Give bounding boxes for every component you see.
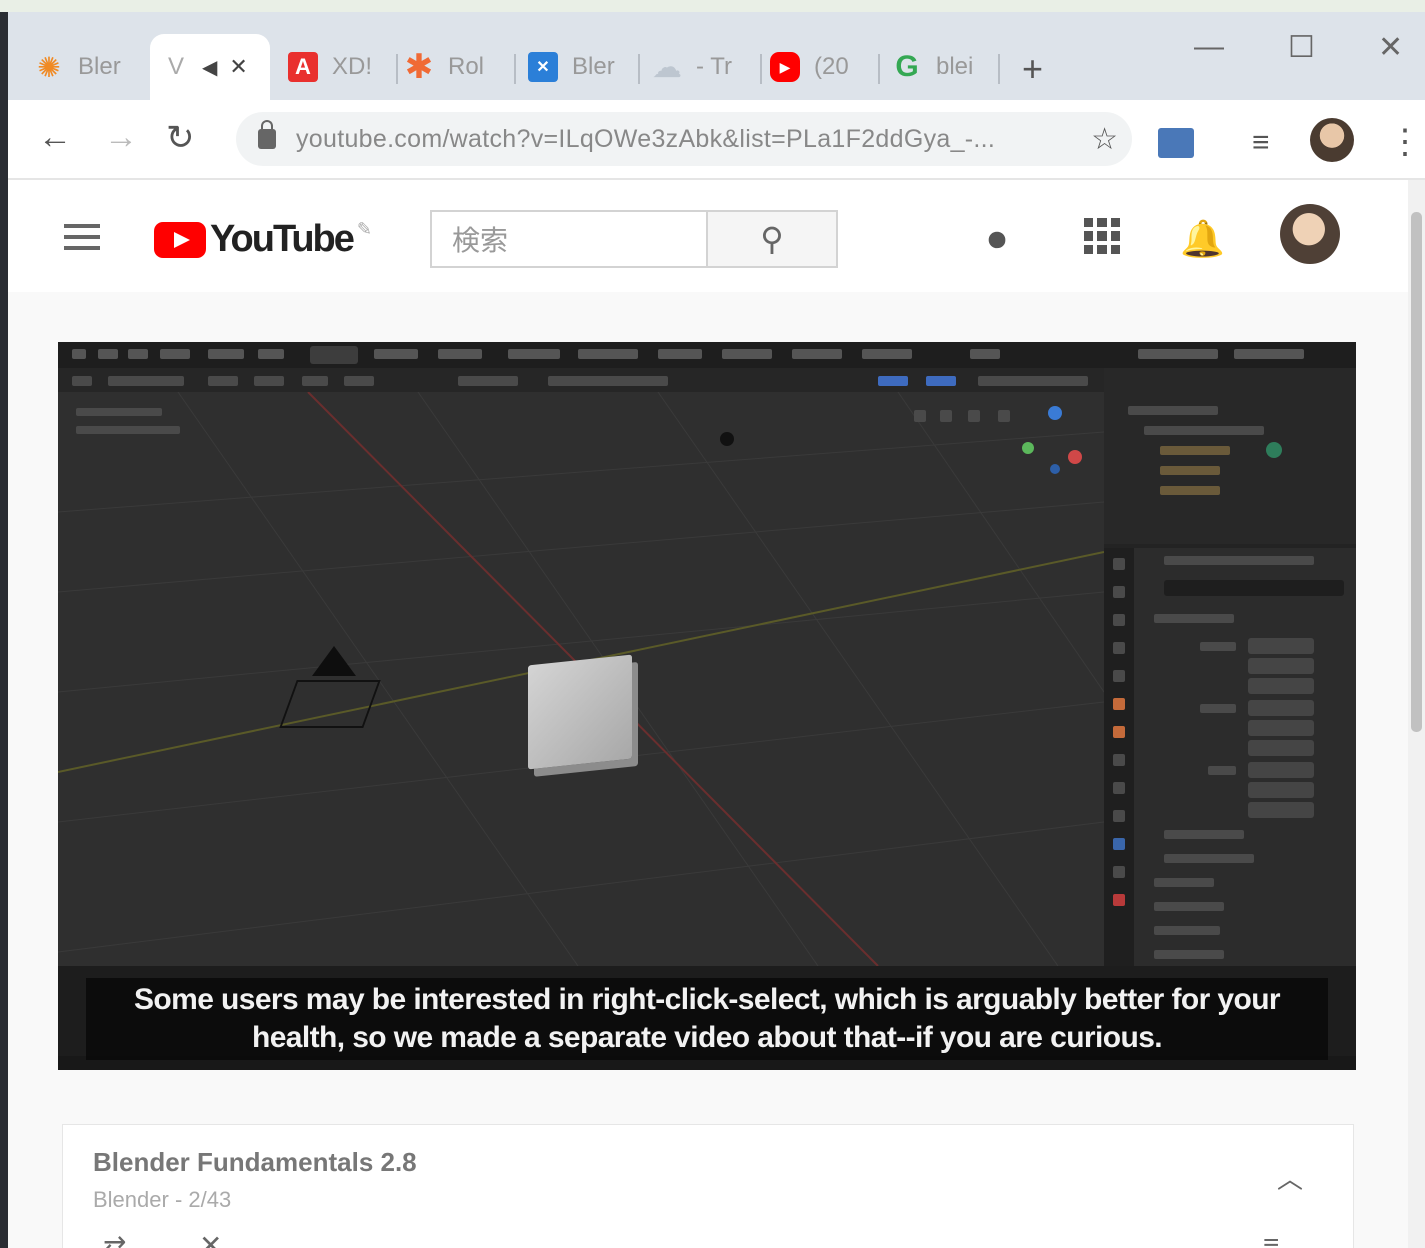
tab-cloud[interactable]: ☁ - Tr [640,34,760,100]
pencil-icon: ✎ [356,219,372,239]
apps-grid-icon[interactable] [1084,218,1120,254]
new-tab-button[interactable]: + [1022,48,1043,90]
back-icon[interactable]: ← [38,118,72,157]
forward-icon[interactable]: → [104,118,138,157]
blender-properties-tabs [1104,548,1134,966]
tab-rol[interactable]: ✱ Rol [398,34,512,100]
bookmark-star-icon[interactable]: ☆ [1091,122,1118,157]
notifications-bell-icon[interactable]: 🔔 [1180,218,1225,260]
lock-icon[interactable] [258,120,276,149]
tab-blender-1[interactable]: ✺ Bler [8,34,148,100]
tab-video-active[interactable]: V ◀ ✕ [150,34,270,100]
camera-data-icon [1266,442,1282,458]
playlist-menu-icon[interactable]: ≡ [1263,1229,1279,1248]
playlist-title[interactable]: Blender Fundamentals 2.8 [93,1147,417,1178]
loop-icon[interactable]: ⇄ [103,1229,126,1248]
scrollbar-thumb[interactable] [1411,212,1422,732]
video-subtitles: Some users may be interested in right-cl… [86,978,1328,1060]
camera-object [279,680,381,728]
playlist-meta[interactable]: Blender - 2/43 [93,1187,231,1213]
tab-youtube[interactable]: ▶ (20 [762,34,878,100]
youtube-play-icon [154,221,206,258]
profile-avatar[interactable] [1310,118,1354,162]
media-control-icon[interactable]: ≡ [1252,126,1270,160]
playlist-panel: Blender Fundamentals 2.8 Blender - 2/43 … [62,1124,1354,1248]
hamburger-menu-icon[interactable] [64,224,100,257]
blender-header [58,368,1104,392]
blender-outliner [1104,368,1356,544]
tab-xd[interactable]: A XD! [272,34,392,100]
blender-topbar [58,342,1356,368]
close-window-button[interactable]: ✕ [1378,30,1403,65]
desktop-edge [0,12,8,1248]
gizmo-z-icon[interactable] [1048,406,1062,420]
blender-3d-viewport [58,392,1104,966]
account-avatar[interactable] [1280,204,1340,264]
tab-separator [998,54,1000,84]
gizmo-y-icon[interactable] [1022,442,1034,454]
menu-kebab-icon[interactable]: ⋮ [1388,122,1422,162]
address-bar[interactable]: youtube.com/watch?v=ILqOWe3zAbk&list=PLa… [236,112,1132,166]
reload-icon[interactable]: ↻ [166,118,195,158]
browser-toolbar: ← → ↻ youtube.com/watch?v=ILqOWe3zAbk&li… [8,100,1425,180]
audio-icon[interactable]: ◀ [202,55,217,80]
tab-blender-2[interactable]: ✕ Bler [516,34,640,100]
light-object [720,432,734,446]
extension-icon[interactable] [1158,128,1194,158]
asterisk-icon: ✱ [404,48,434,86]
search-button[interactable]: ⚲ [708,210,838,268]
youtube-logo[interactable]: YouTube ✎ [154,218,372,261]
video-player[interactable]: Some users may be interested in right-cl… [58,342,1356,1070]
xd-icon: ✕ [528,52,558,82]
shuffle-icon[interactable]: ✕ [199,1229,222,1248]
url-text[interactable]: youtube.com/watch?v=ILqOWe3zAbk&list=PLa… [296,125,1056,154]
youtube-icon: ▶ [770,52,800,82]
browser-window: ✺ Bler V ◀ ✕ A XD! ✱ Rol ✕ Bler ☁ - Tr ▶ [8,12,1425,1248]
youtube-page: YouTube ✎ 検索 ⚲ ⏺ 🔔 Some users may be int… [8,180,1408,1248]
gizmo-neg-z-icon[interactable] [1050,464,1060,474]
blender-properties [1104,548,1356,966]
tab-strip: ✺ Bler V ◀ ✕ A XD! ✱ Rol ✕ Bler ☁ - Tr ▶ [8,12,1425,100]
subtitle-line-1: Some users may be interested in right-cl… [133,983,1281,1016]
create-video-icon[interactable]: ⏺ [988,218,1006,261]
maximize-button[interactable]: ☐ [1288,30,1315,65]
camera-triangle [312,646,356,676]
gizmo-x-icon[interactable] [1068,450,1082,464]
tab-google[interactable]: G blei [880,34,998,100]
search-input[interactable]: 検索 [430,210,708,268]
search-icon: ⚲ [760,221,784,257]
default-cube [528,654,632,770]
adobe-icon: A [288,52,318,82]
subtitle-line-2: health, so we made a separate video abou… [251,1021,1163,1054]
chevron-up-icon[interactable]: ︿ [1277,1159,1303,1196]
blender-icon: ✺ [37,51,61,83]
youtube-masthead: YouTube ✎ 検索 ⚲ ⏺ 🔔 [8,180,1408,292]
tab-close-icon[interactable]: ✕ [229,54,247,80]
google-icon: G [895,50,919,83]
cloud-icon: ☁ [652,50,682,84]
minimize-button[interactable]: — [1194,30,1224,64]
